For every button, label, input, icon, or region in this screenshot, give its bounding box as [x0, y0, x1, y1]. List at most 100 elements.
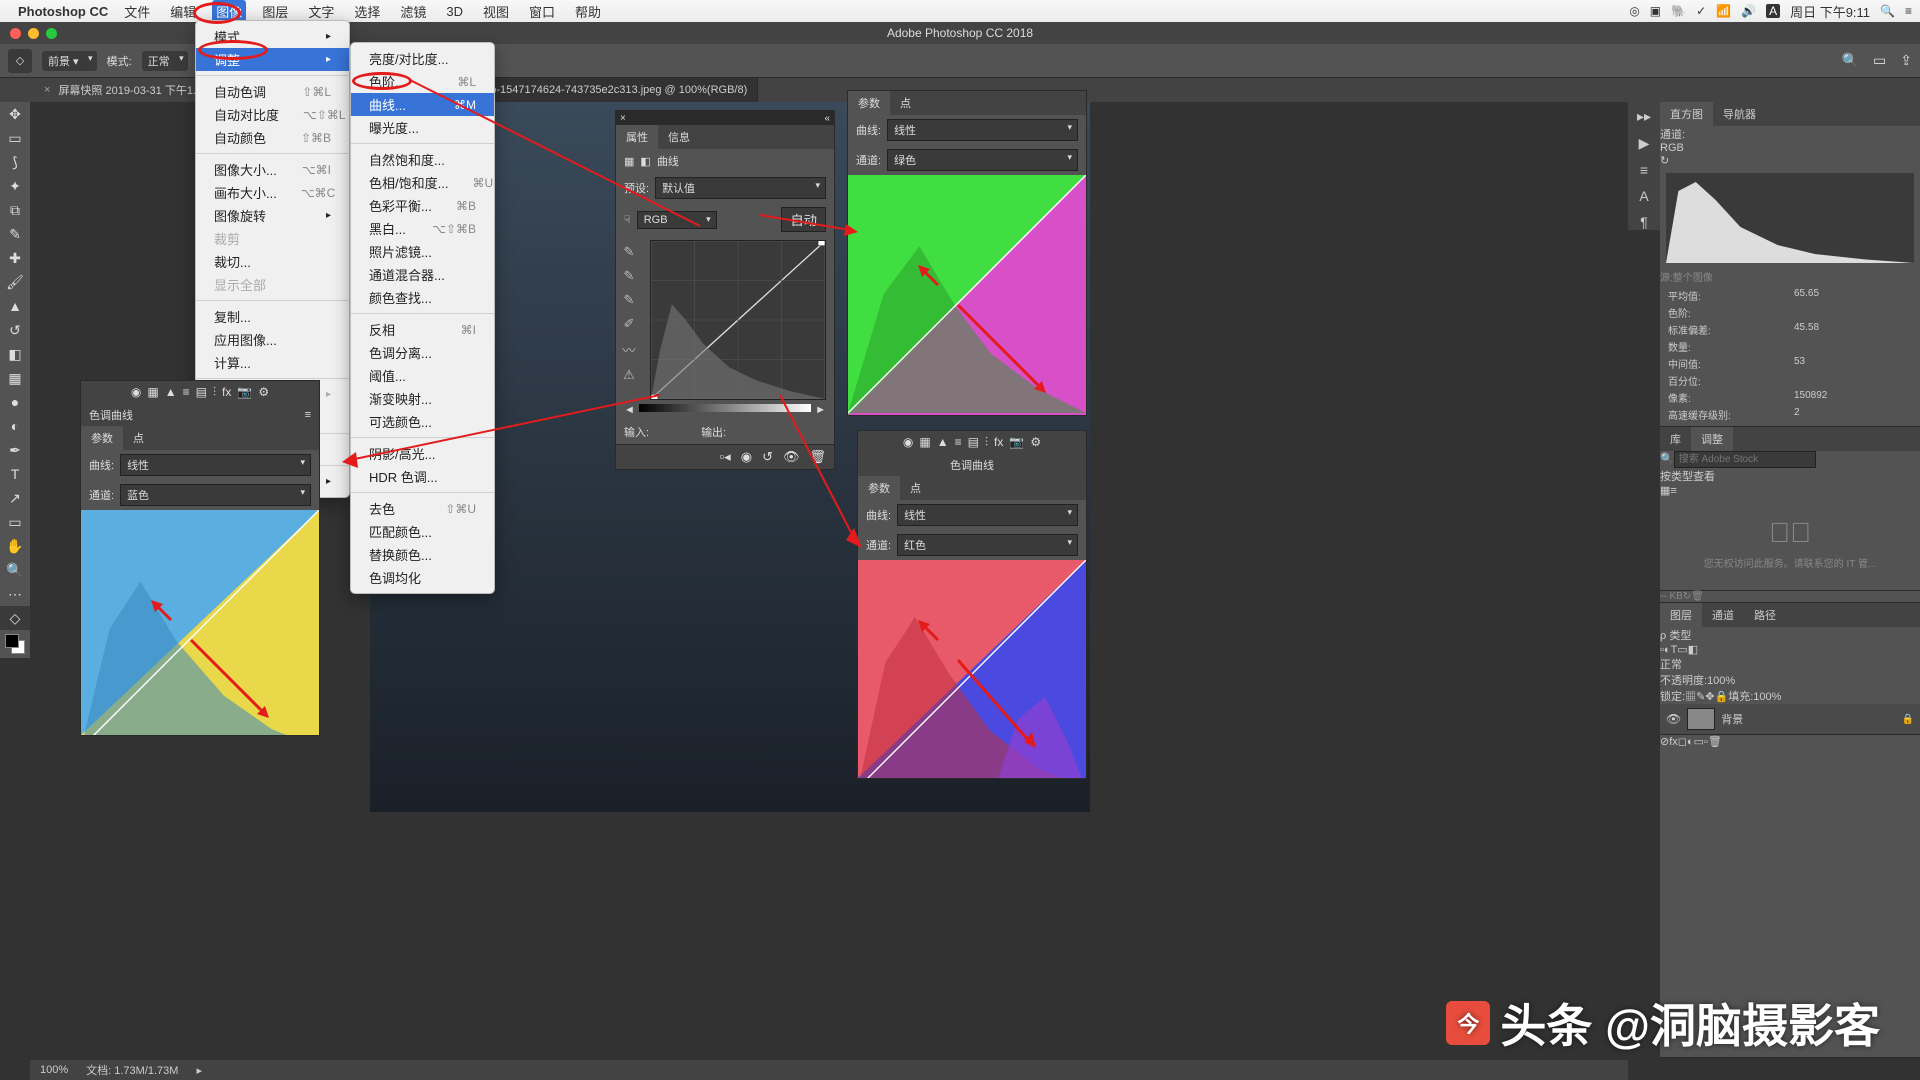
histo-channel-select[interactable]: RGB [1660, 142, 1920, 154]
lock-icon[interactable]: ✎ [1696, 691, 1705, 703]
menu-item[interactable]: 色调均化 [351, 566, 494, 589]
close-button[interactable] [10, 28, 21, 39]
tab-params[interactable]: 参数 [81, 426, 123, 450]
finger-icon[interactable]: ☟ [624, 213, 631, 226]
tab-point[interactable]: 点 [123, 426, 154, 450]
layer-row[interactable]: 👁 背景 🔒 [1660, 704, 1920, 734]
menu-3d[interactable]: 3D [442, 2, 467, 21]
menu-item[interactable]: 图像大小...⌥⌘I [196, 158, 349, 181]
marquee-tool[interactable]: ▭ [0, 126, 30, 150]
shape-tool[interactable]: ▭ [0, 510, 30, 534]
eraser-tool[interactable]: ◧ [0, 342, 30, 366]
blue-curve-graph[interactable] [81, 510, 319, 735]
dodge-tool[interactable]: ◐ [0, 414, 30, 438]
tab-params[interactable]: 参数 [858, 476, 900, 500]
filter-icon[interactable]: ◐ [1664, 644, 1671, 656]
tab-adjustments[interactable]: 调整 [1691, 427, 1733, 451]
status-icon[interactable]: 🐘 [1671, 4, 1686, 18]
icon[interactable]: 📷 [1009, 435, 1024, 450]
red-curve-graph[interactable] [858, 560, 1086, 778]
hand-tool[interactable]: ✋ [0, 534, 30, 558]
menu-item[interactable]: 画布大小...⌥⌘C [196, 181, 349, 204]
green-curve-graph[interactable] [848, 175, 1086, 415]
auto-button[interactable]: 自动 [781, 207, 826, 232]
grid-icon[interactable]: ▦ [1660, 485, 1670, 497]
tab-point[interactable]: 点 [900, 476, 931, 500]
status-icon[interactable]: ▣ [1650, 4, 1661, 18]
view-prev-icon[interactable]: ◉ [741, 449, 752, 465]
blend-select[interactable]: 正常 [1660, 656, 1920, 672]
blur-tool[interactable]: ● [0, 390, 30, 414]
zoom-level[interactable]: 100% [40, 1064, 68, 1076]
hand-icon[interactable]: ⚠ [623, 367, 635, 383]
menu-item[interactable]: 匹配颜色... [351, 520, 494, 543]
curves-graph[interactable] [650, 240, 826, 400]
filter-icon[interactable]: ◧ [1688, 644, 1698, 656]
eyedropper-black-icon[interactable]: ✎ [624, 244, 635, 260]
menu-view[interactable]: 视图 [479, 0, 513, 23]
close-icon[interactable]: × [44, 84, 50, 96]
doc-size[interactable]: 文档: 1.73M/1.73M [86, 1062, 178, 1078]
history-brush-tool[interactable]: ↺ [0, 318, 30, 342]
lock-icon[interactable]: 🔒 [1715, 691, 1729, 703]
opacity-input[interactable]: 100% [1707, 675, 1735, 687]
color-swatch[interactable] [5, 634, 25, 654]
notif-icon[interactable]: ≡ [1905, 4, 1912, 18]
menu-item[interactable]: 去色⇧⌘U [351, 497, 494, 520]
tab-info[interactable]: 信息 [658, 125, 700, 149]
menu-item[interactable]: 复制... [196, 305, 349, 328]
menu-item[interactable]: 曝光度... [351, 116, 494, 139]
fill-input[interactable]: 100% [1753, 691, 1781, 703]
icon[interactable]: ⚙ [258, 385, 269, 400]
menu-item[interactable]: 黑白...⌥⇧⌘B [351, 217, 494, 240]
menu-item[interactable]: 通道混合器... [351, 263, 494, 286]
eyedropper-gray-icon[interactable]: ✎ [624, 268, 635, 284]
wifi-icon[interactable]: 📶 [1716, 4, 1731, 18]
menu-item[interactable]: 颜色查找... [351, 286, 494, 309]
curve-select[interactable]: 线性 [897, 504, 1078, 526]
fx-icon[interactable]: fx [1669, 736, 1678, 748]
icon[interactable]: ◉ [131, 385, 141, 400]
menu-item[interactable]: 渐变映射... [351, 387, 494, 410]
brush-tool[interactable]: 🖌 [0, 270, 30, 294]
menu-edit[interactable]: 编辑 [166, 0, 200, 23]
history-icon[interactable]: ▸▸ [1637, 108, 1651, 125]
play-icon[interactable]: ▶ [1639, 135, 1650, 152]
char-panel-icon[interactable]: A [1639, 188, 1648, 204]
tab-libraries[interactable]: 库 [1660, 427, 1691, 451]
channel-select[interactable]: 蓝色 [120, 484, 311, 506]
icon[interactable]: ▲ [165, 385, 177, 400]
trash-icon[interactable]: 🗑 [1691, 591, 1704, 602]
reset-icon[interactable]: ↺ [762, 449, 773, 465]
icon[interactable]: ▤ [968, 435, 979, 450]
menu-window[interactable]: 窗口 [525, 0, 559, 23]
menu-filter[interactable]: 滤镜 [396, 0, 430, 23]
tab-point[interactable]: 点 [890, 91, 921, 115]
preset-select[interactable]: 默认值 [655, 177, 826, 199]
filter-select[interactable]: 按类型查看 [1660, 468, 1920, 484]
menu-item[interactable]: 可选颜色... [351, 410, 494, 433]
refresh-icon[interactable]: ↻ [1660, 155, 1669, 167]
filter-icon[interactable]: ▭ [1677, 644, 1687, 656]
menu-icon[interactable]: ≡ [305, 409, 311, 421]
icon[interactable]: fx [994, 435, 1003, 450]
menu-item[interactable]: 调整 [196, 48, 349, 71]
menu-help[interactable]: 帮助 [571, 0, 605, 23]
current-tool-icon[interactable]: ◇ [8, 49, 32, 73]
smooth-icon[interactable]: 〰 [622, 340, 635, 359]
menu-item[interactable]: 色调分离... [351, 341, 494, 364]
menu-item[interactable]: 照片滤镜... [351, 240, 494, 263]
mode-select[interactable]: 正常 [142, 51, 188, 71]
menu-select[interactable]: 选择 [350, 0, 384, 23]
group-icon[interactable]: ▭ [1694, 736, 1704, 748]
menu-file[interactable]: 文件 [120, 0, 154, 23]
eyedropper-tool[interactable]: ✎ [0, 222, 30, 246]
delete-icon[interactable]: 🗑 [809, 449, 826, 465]
clip-icon[interactable]: ▫◂ [720, 449, 731, 465]
path-tool[interactable]: ↗ [0, 486, 30, 510]
minimize-button[interactable] [28, 28, 39, 39]
lock-icon[interactable]: 🔒 [1902, 714, 1914, 725]
gradient-tool[interactable]: ▦ [0, 366, 30, 390]
crop-tool[interactable]: ⧉ [0, 198, 30, 222]
icon[interactable]: ◉ [903, 435, 913, 450]
